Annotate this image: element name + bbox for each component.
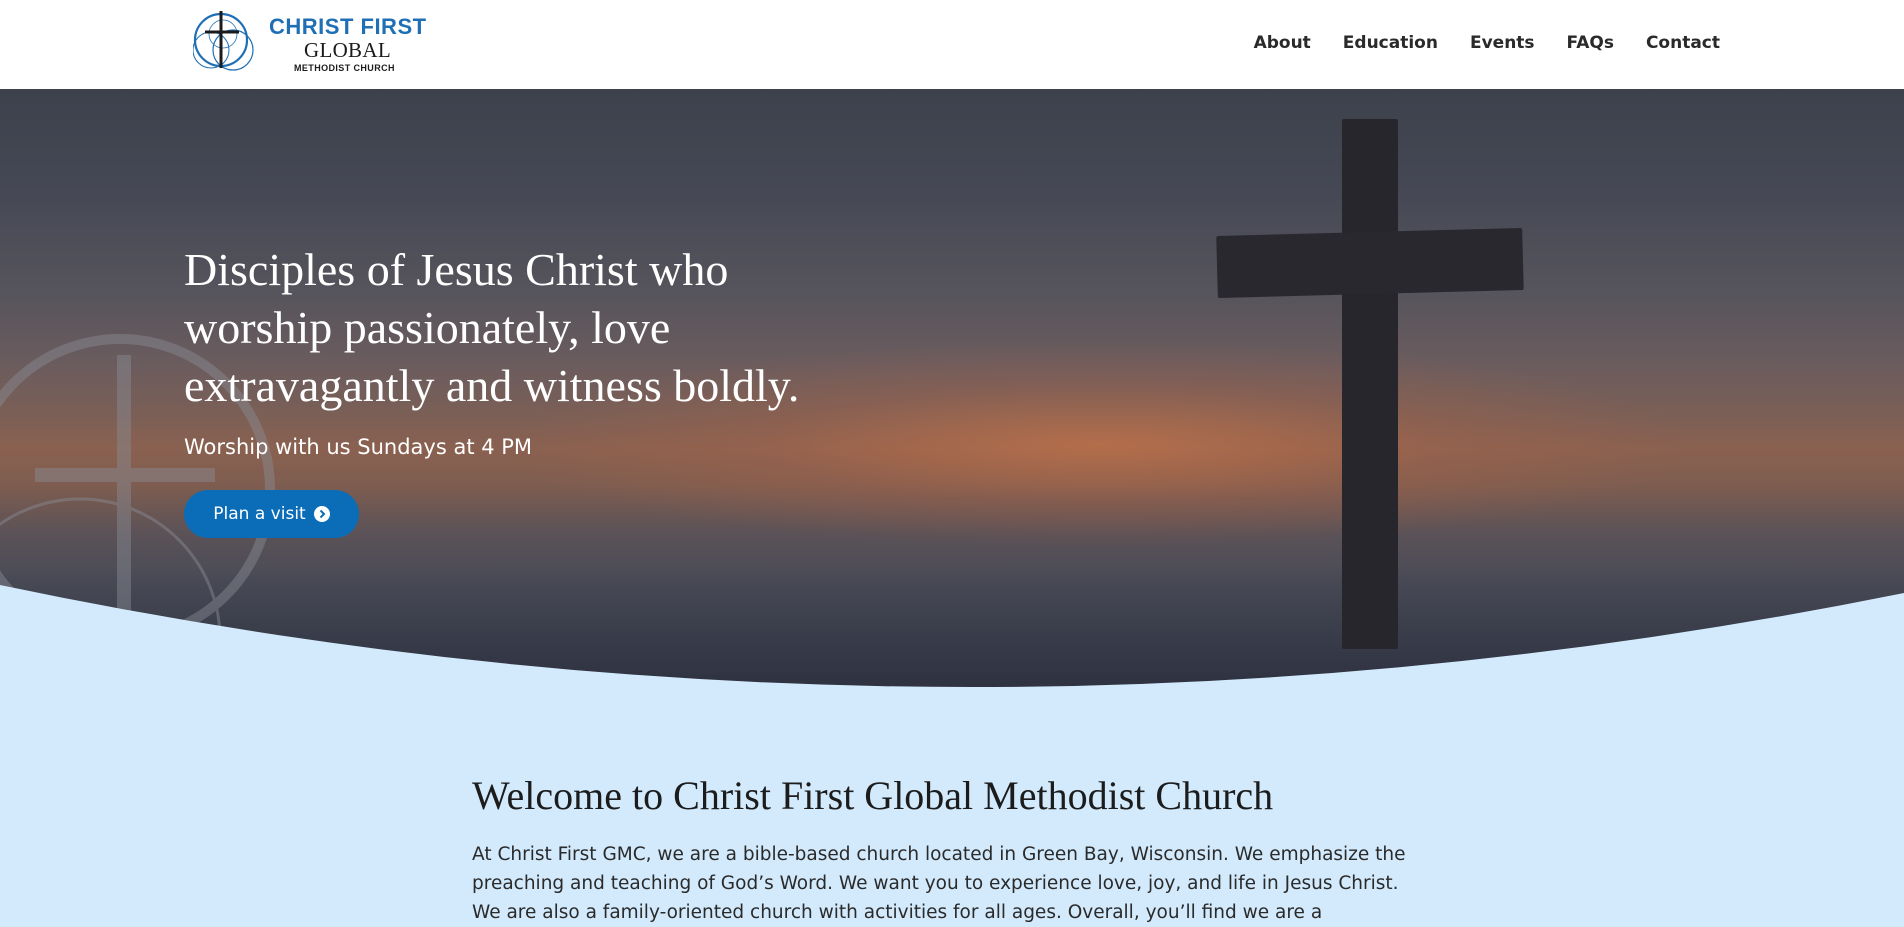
welcome-text: At Christ First GMC, we are a bible-base… [472,844,1406,923]
nav-contact[interactable]: Contact [1646,33,1720,53]
site-logo[interactable]: CHRIST FIRST GLOBAL METHODIST CHURCH [193,6,426,82]
nav-about[interactable]: About [1254,33,1311,53]
welcome-title: Welcome to Christ First Global Methodist… [472,773,1274,818]
plan-a-visit-label: Plan a visit [213,504,306,524]
logo-line-2: GLOBAL [304,38,391,62]
nav-education[interactable]: Education [1343,33,1438,53]
hero-curve-divider [0,585,1904,695]
hero-title: Disciples of Jesus Christ who worship pa… [184,244,800,411]
nav-faqs[interactable]: FAQs [1567,33,1614,53]
logo-line-1: CHRIST FIRST [269,14,427,39]
chevron-circle-right-icon [313,506,330,522]
main-nav: About Education Events FAQs Contact [1254,33,1720,53]
logo-line-3: METHODIST CHURCH [294,63,395,73]
nav-events[interactable]: Events [1470,33,1535,53]
plan-a-visit-button[interactable]: Plan a visit [184,490,359,538]
site-header: CHRIST FIRST GLOBAL METHODIST CHURCH Abo… [0,0,1904,89]
hero-subtitle: Worship with us Sundays at 4 PM [184,435,533,459]
cross-circles-icon [193,11,254,71]
